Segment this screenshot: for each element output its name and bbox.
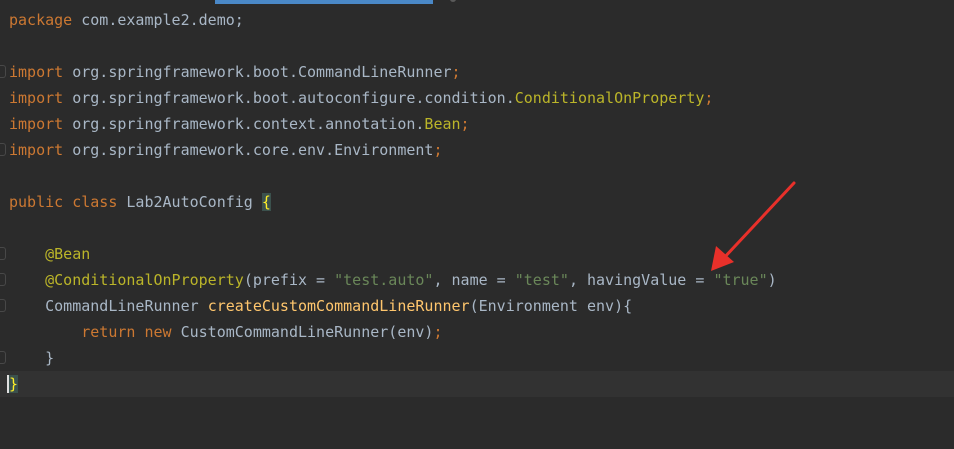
annotation-class: ConditionalOnProperty <box>514 89 705 107</box>
method-params: (Environment env){ <box>469 297 633 315</box>
code-line-13[interactable]: return new CustomCommandLineRunner(env); <box>0 319 954 345</box>
keyword: import <box>9 89 64 107</box>
keyword: import <box>9 141 64 159</box>
constructor-call: CustomCommandLineRunner(env) <box>180 323 434 341</box>
keyword: import <box>9 115 64 133</box>
closing-brace: } <box>45 349 55 367</box>
return-type: CommandLineRunner <box>45 297 199 315</box>
code-line-14[interactable]: } <box>0 345 954 371</box>
code-editor[interactable]: package com.example2.demo; import org.sp… <box>0 7 954 397</box>
code-line-7[interactable] <box>0 163 954 189</box>
keyword: package <box>9 11 73 29</box>
fold-marker-icon[interactable] <box>0 273 6 286</box>
fold-marker-icon[interactable] <box>0 65 6 78</box>
string-literal: "test.auto" <box>334 271 434 289</box>
annotation: @ConditionalOnProperty <box>45 271 244 289</box>
fold-marker-icon[interactable] <box>0 247 6 260</box>
package-name: com.example2.demo; <box>72 11 244 29</box>
fold-marker-icon[interactable] <box>0 143 6 156</box>
matched-brace: { <box>261 193 271 211</box>
tab-dot-icon <box>450 0 456 2</box>
code-text: , name = <box>433 271 515 289</box>
annotation-class: Bean <box>424 115 461 133</box>
import-path: org.springframework.boot.autoconfigure.c… <box>63 89 515 107</box>
keyword: return <box>81 323 136 341</box>
semicolon: ; <box>433 323 443 341</box>
class-name: Lab2AutoConfig <box>126 193 253 211</box>
code-line-4[interactable]: import org.springframework.boot.autoconf… <box>0 85 954 111</box>
keyword: import <box>9 63 64 81</box>
keyword: public <box>9 193 64 211</box>
keyword: class <box>72 193 118 211</box>
code-line-2[interactable] <box>0 33 954 59</box>
code-text: , havingValue = <box>568 271 714 289</box>
active-tab-indicator <box>215 0 433 4</box>
import-path: org.springframework.boot.CommandLineRunn… <box>63 63 452 81</box>
semicolon: ; <box>460 115 470 133</box>
code-line-12[interactable]: CommandLineRunner createCustomCommandLin… <box>0 293 954 319</box>
matched-brace-with-caret: } <box>7 375 19 393</box>
code-text: (prefix = <box>243 271 335 289</box>
code-line-3[interactable]: import org.springframework.boot.CommandL… <box>0 59 954 85</box>
annotation: @Bean <box>45 245 91 263</box>
code-line-5[interactable]: import org.springframework.context.annot… <box>0 111 954 137</box>
code-line-1[interactable]: package com.example2.demo; <box>0 7 954 33</box>
code-line-9[interactable] <box>0 215 954 241</box>
semicolon: ; <box>433 141 443 159</box>
code-text: ) <box>767 271 777 289</box>
code-line-6[interactable]: import org.springframework.core.env.Envi… <box>0 137 954 163</box>
semicolon: ; <box>451 63 461 81</box>
import-path: org.springframework.core.env.Environment <box>63 141 434 159</box>
fold-marker-icon[interactable] <box>0 299 6 312</box>
fold-marker-icon[interactable] <box>0 351 6 364</box>
method-name: createCustomCommandLineRunner <box>207 297 470 315</box>
string-literal: "test" <box>514 271 569 289</box>
code-line-11[interactable]: @ConditionalOnProperty(prefix = "test.au… <box>0 267 954 293</box>
code-line-10[interactable]: @Bean <box>0 241 954 267</box>
semicolon: ; <box>704 89 714 107</box>
import-path: org.springframework.context.annotation. <box>63 115 425 133</box>
code-line-8[interactable]: public class Lab2AutoConfig { <box>0 189 954 215</box>
string-literal: "true" <box>713 271 768 289</box>
keyword: new <box>144 323 172 341</box>
code-line-15-current[interactable]: } <box>0 371 954 397</box>
